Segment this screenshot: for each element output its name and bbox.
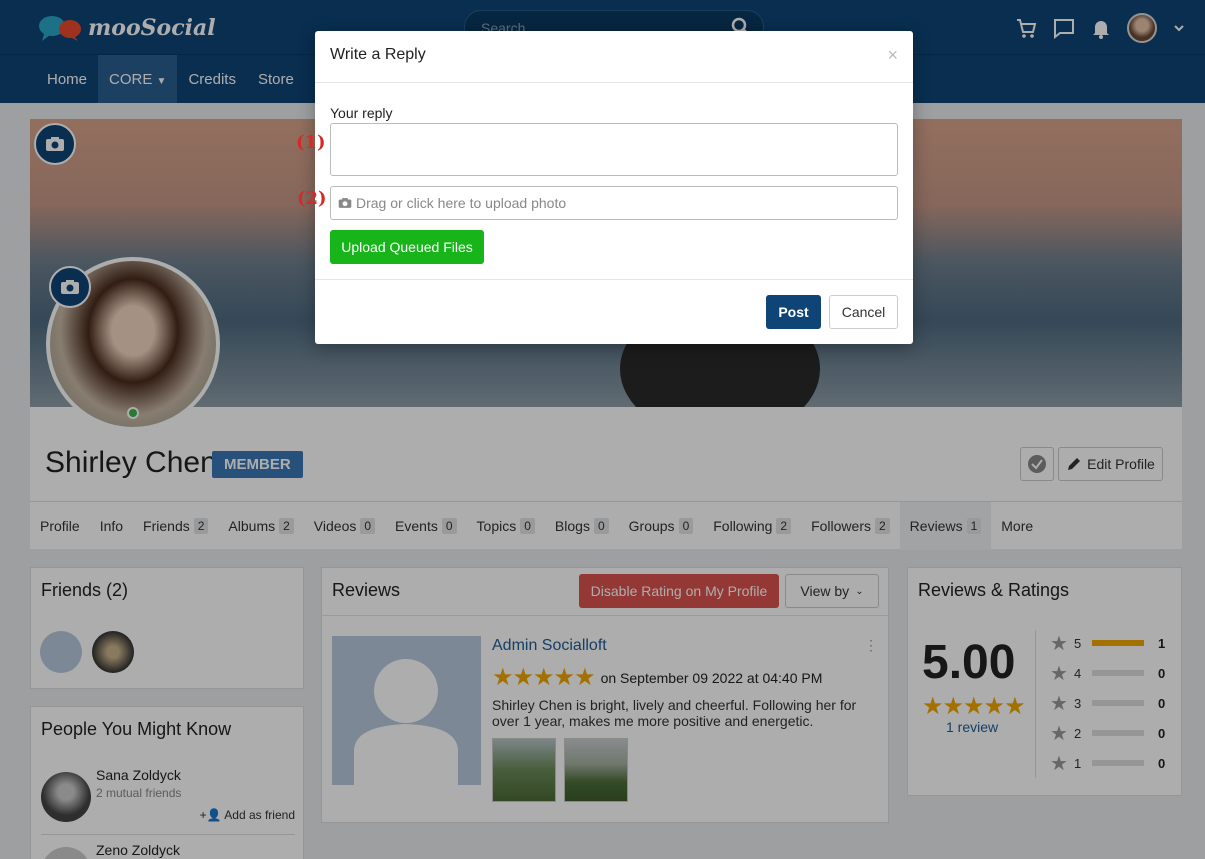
photo-upload-dropzone[interactable]: Drag or click here to upload photo	[330, 186, 898, 220]
annotation-marker: (1)	[296, 132, 326, 153]
close-icon[interactable]: ×	[887, 45, 898, 66]
upload-queued-files-button[interactable]: Upload Queued Files	[330, 230, 484, 264]
annotation-marker: (2)	[297, 188, 327, 209]
reply-label: Your reply	[330, 105, 393, 121]
upload-placeholder: Drag or click here to upload photo	[356, 195, 567, 211]
divider	[315, 279, 913, 280]
reply-textarea[interactable]	[330, 123, 898, 176]
cancel-button[interactable]: Cancel	[829, 295, 898, 329]
post-button[interactable]: Post	[766, 295, 821, 329]
write-reply-modal: Write a Reply × Your reply Drag or click…	[315, 31, 913, 344]
camera-icon	[338, 198, 352, 208]
modal-title: Write a Reply	[330, 46, 426, 63]
divider	[315, 82, 913, 83]
